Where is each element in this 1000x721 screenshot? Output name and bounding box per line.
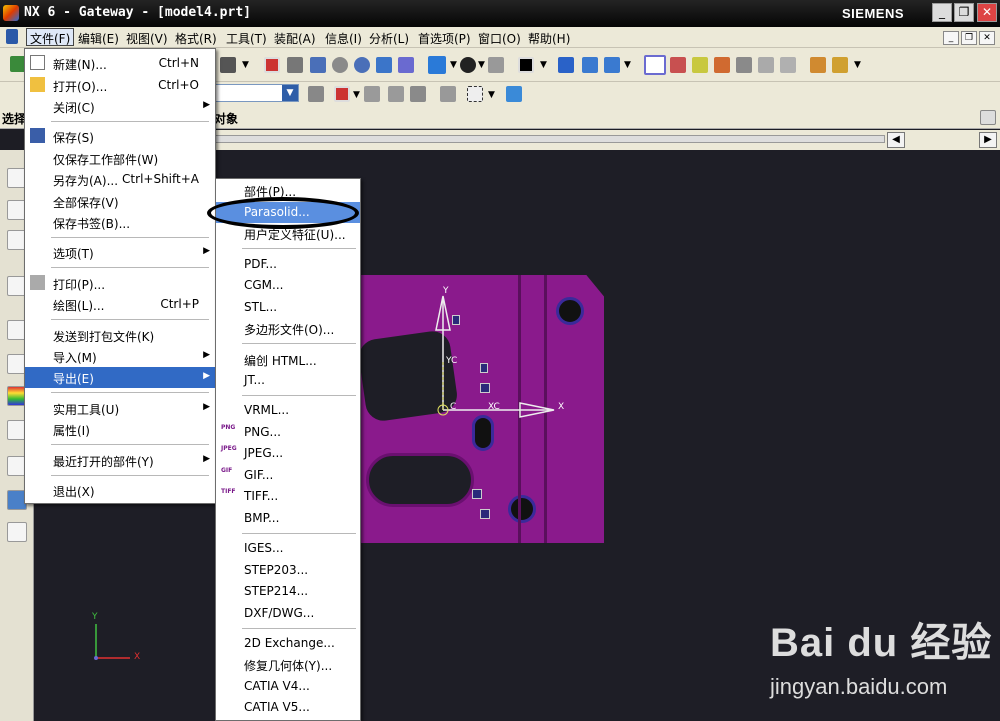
submenu-arrow-icon: ▶ — [203, 371, 210, 381]
file-menu-new[interactable]: 新建(N)... Ctrl+N — [25, 53, 215, 74]
submenu-arrow-icon: ▶ — [203, 402, 210, 412]
file-menu-open[interactable]: 打开(O)... Ctrl+O — [25, 75, 215, 96]
export-jpeg[interactable]: JPEG JPEG... — [216, 443, 360, 464]
file-menu-exit[interactable]: 退出(X) — [25, 480, 215, 501]
export-stl[interactable]: STL... — [216, 297, 360, 318]
export-gif[interactable]: GIF GIF... — [216, 465, 360, 486]
axis-label-c: C — [450, 402, 457, 412]
file-menu-save[interactable]: 保存(S) — [25, 126, 215, 147]
baidu-watermark: Bai du 经验 jingyan.baidu.com — [770, 610, 993, 699]
file-menu-save-all[interactable]: 全部保存(V) — [25, 191, 215, 212]
png-icon: PNG — [221, 424, 236, 431]
menu-divider — [242, 395, 356, 396]
save-icon — [30, 128, 45, 143]
menu-divider — [51, 237, 209, 238]
axis-label-yc: YC — [446, 356, 458, 366]
file-menu-import[interactable]: 导入(M) ▶ — [25, 346, 215, 367]
file-menu-plot[interactable]: 绘图(L)... Ctrl+P — [25, 294, 215, 315]
file-menu-pack[interactable]: 发送到打包文件(K) — [25, 325, 215, 346]
export-step214[interactable]: STEP214... — [216, 581, 360, 602]
menu-divider — [242, 533, 356, 534]
menu-divider — [242, 343, 356, 344]
highlight-annotation — [207, 197, 359, 229]
export-submenu: 部件(P)... Parasolid... 用户定义特征(U)... PDF..… — [215, 178, 361, 721]
axis-label-x: X — [558, 402, 565, 412]
submenu-arrow-icon: ▶ — [203, 350, 210, 360]
file-menu: 新建(N)... Ctrl+N 打开(O)... Ctrl+O 关闭(C) ▶ 保存(… — [24, 48, 216, 504]
axis-label-y: Y — [443, 286, 449, 296]
export-cgm[interactable]: CGM... — [216, 275, 360, 296]
file-menu-save-work-part[interactable]: 仅保存工作部件(W) — [25, 148, 215, 169]
export-bmp[interactable]: BMP... — [216, 508, 360, 529]
menu-divider — [51, 121, 209, 122]
file-menu-save-as[interactable]: 另存为(A)... Ctrl+Shift+A — [25, 169, 215, 190]
export-catia-v5[interactable]: CATIA V5... — [216, 697, 360, 718]
file-menu-save-bookmark[interactable]: 保存书签(B)... — [25, 212, 215, 233]
menu-divider — [51, 319, 209, 320]
file-menu-print[interactable]: 打印(P)... — [25, 273, 215, 294]
export-png[interactable]: PNG PNG... — [216, 422, 360, 443]
file-menu-options[interactable]: 选项(T) ▶ — [25, 242, 215, 263]
file-menu-recent-parts[interactable]: 最近打开的部件(Y) ▶ — [25, 450, 215, 471]
file-menu-export[interactable]: 导出(E) ▶ — [25, 367, 215, 388]
tiff-icon: TIFF — [221, 488, 236, 495]
triad-label-x: X — [134, 652, 141, 662]
submenu-arrow-icon: ▶ — [203, 246, 210, 256]
gif-icon: GIF — [221, 467, 233, 474]
menu-divider — [51, 392, 209, 393]
export-catia-v4[interactable]: CATIA V4... — [216, 676, 360, 697]
submenu-arrow-icon: ▶ — [203, 100, 210, 110]
watermark-brand: Bai du 经验 — [770, 621, 993, 665]
submenu-arrow-icon: ▶ — [203, 454, 210, 464]
printer-icon — [30, 275, 45, 290]
new-file-icon — [30, 55, 45, 70]
export-vrml[interactable]: VRML... — [216, 400, 360, 421]
jpeg-icon: JPEG — [221, 445, 237, 452]
axis-label-xc: XC — [488, 402, 500, 412]
export-tiff[interactable]: TIFF TIFF... — [216, 486, 360, 507]
export-html[interactable]: 编创 HTML... — [216, 349, 360, 370]
export-dxf-dwg[interactable]: DXF/DWG... — [216, 603, 360, 624]
export-2d-exchange[interactable]: 2D Exchange... — [216, 633, 360, 654]
open-folder-icon — [30, 77, 45, 92]
menu-divider — [51, 475, 209, 476]
export-polygon-file[interactable]: 多边形文件(O)... — [216, 318, 360, 339]
file-menu-properties[interactable]: 属性(I) — [25, 419, 215, 440]
menu-divider — [51, 444, 209, 445]
export-iges[interactable]: IGES... — [216, 538, 360, 559]
file-menu-utilities[interactable]: 实用工具(U) ▶ — [25, 398, 215, 419]
export-pdf[interactable]: PDF... — [216, 254, 360, 275]
menu-divider — [51, 267, 209, 268]
watermark-url: jingyan.baidu.com — [770, 674, 948, 699]
export-step203[interactable]: STEP203... — [216, 560, 360, 581]
menu-divider — [242, 628, 356, 629]
triad-label-y: Y — [92, 612, 98, 622]
menu-divider — [242, 248, 356, 249]
export-jt[interactable]: JT... — [216, 370, 360, 391]
file-menu-close[interactable]: 关闭(C) ▶ — [25, 96, 215, 117]
export-repair-geometry[interactable]: 修复几何体(Y)... — [216, 654, 360, 675]
